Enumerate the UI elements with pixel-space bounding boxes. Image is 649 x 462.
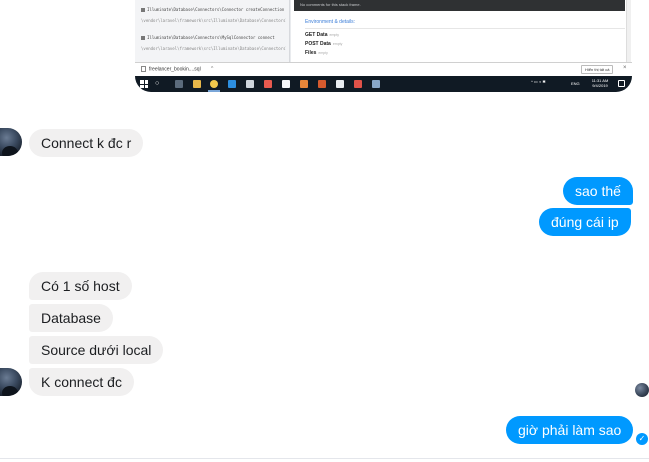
stack-frame-title: Illuminate\Database\Connectors\Connector…	[141, 7, 286, 12]
seen-avatar-icon	[635, 383, 649, 397]
taskbar-clock: 11:31 AM 9/4/2019	[588, 78, 612, 88]
chrome-icon	[210, 80, 218, 88]
message-bubble-outgoing[interactable]: đúng cái ip	[539, 208, 631, 236]
divider	[0, 458, 649, 459]
app-icon	[336, 80, 344, 88]
divider	[305, 28, 625, 29]
task-view-icon	[175, 80, 183, 88]
app-icon	[372, 80, 380, 88]
language-indicator: ENG	[571, 81, 580, 86]
system-tray-icons: ^ ▭ ◖ ✱	[531, 79, 546, 84]
message-bubble-incoming[interactable]: Source dưới local	[29, 336, 164, 364]
show-all-button: Hiển thị tất cả	[581, 65, 614, 74]
windows-taskbar: ○ ^ ▭ ◖ ✱ ENG 11:31 AM 9/4/2019	[135, 76, 632, 92]
clock-date: 9/4/2019	[592, 83, 608, 88]
file-icon	[141, 66, 146, 72]
active-app-indicator	[208, 90, 220, 92]
env-item: POST Data empty	[305, 41, 343, 47]
shared-screenshot-image[interactable]: Illuminate\Database\Connectors\Connector…	[135, 0, 632, 92]
chevron-up-icon: ^	[211, 66, 214, 72]
avatar[interactable]	[0, 128, 22, 156]
stack-trace-panel: Illuminate\Database\Connectors\Connector…	[135, 0, 290, 62]
comments-note: No comments for this stack frame.	[300, 2, 361, 7]
stack-frame-path: \vendor\laravel\framework\src\Illuminate…	[141, 46, 286, 51]
frame-icon	[141, 36, 145, 40]
frame-icon	[141, 8, 145, 12]
message-bubble-incoming[interactable]: Có 1 số host	[29, 272, 132, 300]
windows-start-icon	[140, 80, 148, 88]
app-icon	[264, 80, 272, 88]
stack-frame-title: Illuminate\Database\Connectors\MySqlConn…	[141, 35, 286, 40]
file-explorer-icon	[193, 80, 201, 88]
env-item: GET Data empty	[305, 32, 340, 38]
app-icon	[300, 80, 308, 88]
app-icon	[246, 80, 254, 88]
message-bubble-incoming[interactable]: K connect đc	[29, 368, 134, 396]
stack-frame-path: \vendor\laravel\framework\src\Illuminate…	[141, 18, 286, 23]
avatar[interactable]	[0, 368, 22, 396]
scrollbar	[626, 0, 631, 62]
details-panel: No comments for this stack frame. Enviro…	[291, 0, 632, 62]
app-icon	[282, 80, 290, 88]
env-item: Files empty	[305, 50, 328, 56]
vscode-icon	[228, 80, 236, 88]
close-icon: ×	[623, 65, 627, 71]
message-bubble-outgoing[interactable]: giờ phải làm sao	[506, 416, 634, 444]
download-bar: freelancer_bookin....sql ^ Hiển thị tất …	[135, 62, 632, 76]
message-bubble-incoming[interactable]: Connect k đc r	[29, 129, 144, 157]
sent-check-icon: ✓	[636, 433, 648, 445]
code-preview-band: No comments for this stack frame.	[294, 0, 625, 11]
app-icon	[318, 80, 326, 88]
download-item: freelancer_bookin....sql	[141, 66, 201, 72]
message-bubble-outgoing[interactable]: sao thế	[563, 177, 633, 205]
env-details-title: Environment & details:	[305, 19, 356, 25]
search-icon: ○	[155, 80, 160, 87]
app-icon	[354, 80, 362, 88]
notification-icon	[618, 80, 625, 87]
message-bubble-incoming[interactable]: Database	[29, 304, 113, 332]
